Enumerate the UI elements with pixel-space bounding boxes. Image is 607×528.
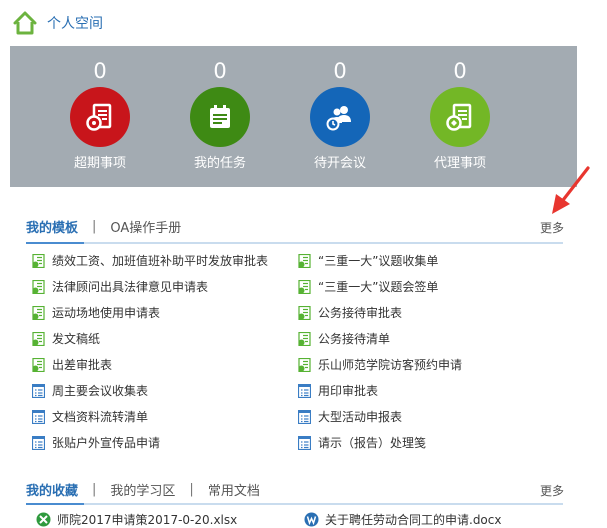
template-item[interactable]: 周主要会议收集表 — [32, 378, 268, 404]
template-item[interactable]: 大型活动申报表 — [298, 404, 462, 430]
stat-label: 超期事项 — [73, 156, 126, 171]
stat-label: 待开会议 — [313, 156, 366, 171]
template-item-label: 大型活动申报表 — [318, 409, 403, 424]
tab-my-templates[interactable]: 我的模板 — [26, 217, 78, 236]
favorites-tabs: 我的收藏 | 我的学习区 | 常用文档 — [26, 479, 260, 499]
stat-circle[interactable] — [310, 87, 370, 147]
template-item[interactable]: “三重一大”议题会签单 — [298, 274, 462, 300]
template-list-left: 绩效工资、加班值班补助平时发放审批表 法律顾问出具法律意见申请表 运动场地使用申请表… — [32, 248, 268, 456]
template-list-right: “三重一大”议题收集单 “三重一大”议题会签单 公务接待审批表 公务接待清单乐山师范学… — [298, 248, 462, 456]
tab-separator: | — [92, 481, 97, 497]
stat-proxy[interactable]: 0 代理事项 — [400, 46, 520, 171]
template-item-label: 运动场地使用申请表 — [52, 305, 161, 320]
template-item[interactable]: 运动场地使用申请表 — [32, 300, 268, 326]
stat-label: 代理事项 — [433, 156, 486, 171]
active-tab-indicator — [26, 503, 84, 505]
template-item-label: 出差审批表 — [52, 357, 113, 372]
template-item-label: 请示（报告）处理笺 — [318, 435, 427, 450]
list-blue-icon — [298, 436, 311, 450]
form-green-icon — [298, 332, 311, 346]
template-item[interactable]: “三重一大”议题收集单 — [298, 248, 462, 274]
page-header: 个人空间 — [12, 8, 103, 38]
tab-separator: | — [189, 481, 194, 497]
overdue-icon — [86, 103, 112, 131]
favorite-item-label: 关于聘任劳动合同工的申请.docx — [325, 513, 502, 527]
meeting-people-icon — [326, 106, 351, 131]
template-item[interactable]: 出差审批表 — [32, 352, 268, 378]
template-item[interactable]: 文档资料流转清单 — [32, 404, 268, 430]
template-item-label: 公务接待审批表 — [318, 305, 403, 320]
tab-my-favorites[interactable]: 我的收藏 — [26, 480, 78, 499]
form-green-icon — [32, 358, 45, 372]
form-green-icon — [298, 358, 311, 372]
form-green-icon — [32, 332, 45, 346]
tab-separator: | — [92, 218, 97, 234]
form-green-icon — [32, 280, 45, 294]
templates-more-link[interactable]: 更多 — [540, 219, 564, 236]
template-item-label: 用印审批表 — [318, 383, 379, 398]
template-item-label: 绩效工资、加班值班补助平时发放审批表 — [52, 253, 269, 268]
template-item[interactable]: 用印审批表 — [298, 378, 462, 404]
favorite-item[interactable]: 师院2017申请策2017-0-20.xlsx — [36, 511, 237, 528]
stat-circle[interactable] — [190, 87, 250, 147]
template-item-label: 乐山师范学院访客预约申请 — [318, 357, 463, 372]
active-tab-indicator — [26, 242, 84, 244]
red-arrow-annotation — [552, 166, 590, 214]
template-item-label: 发文稿纸 — [52, 331, 101, 346]
stat-overdue[interactable]: 0 超期事项 — [40, 46, 160, 171]
template-item-label: 周主要会议收集表 — [52, 383, 149, 398]
template-item[interactable]: 绩效工资、加班值班补助平时发放审批表 — [32, 248, 268, 274]
form-green-icon — [298, 254, 311, 268]
list-blue-icon — [298, 410, 311, 424]
form-green-icon — [298, 306, 311, 320]
stat-circle[interactable] — [70, 87, 130, 147]
favorite-item-label: 师院2017申请策2017-0-20.xlsx — [57, 513, 238, 527]
stat-circle[interactable] — [430, 87, 490, 147]
template-item[interactable]: 请示（报告）处理笺 — [298, 430, 462, 456]
template-item-label: 张贴户外宣传品申请 — [52, 435, 161, 450]
template-item-label: 公务接待清单 — [318, 331, 391, 346]
docx-file-icon — [304, 512, 319, 527]
tab-my-study-area[interactable]: 我的学习区 — [110, 480, 175, 499]
xlsx-file-icon — [36, 512, 51, 527]
page-title[interactable]: 个人空间 — [47, 13, 103, 33]
stat-count: 0 — [213, 59, 227, 83]
template-item[interactable]: 发文稿纸 — [32, 326, 268, 352]
templates-tab-underline — [26, 242, 563, 244]
template-item[interactable]: 公务接待清单 — [298, 326, 462, 352]
tab-oa-manual[interactable]: OA操作手册 — [110, 217, 181, 236]
task-calendar-icon — [210, 105, 230, 128]
template-item-label: “三重一大”议题会签单 — [318, 279, 439, 294]
list-blue-icon — [32, 436, 45, 450]
template-item[interactable]: 公务接待审批表 — [298, 300, 462, 326]
stat-tasks[interactable]: 0 我的任务 — [160, 46, 280, 171]
tab-common-docs[interactable]: 常用文档 — [208, 480, 260, 499]
stat-count: 0 — [333, 59, 347, 83]
template-item-label: 文档资料流转清单 — [52, 409, 149, 424]
favorites-tab-underline — [26, 503, 563, 505]
template-item[interactable]: 乐山师范学院访客预约申请 — [298, 352, 462, 378]
form-green-icon — [32, 254, 45, 268]
template-item[interactable]: 张贴户外宣传品申请 — [32, 430, 268, 456]
list-blue-icon — [32, 410, 45, 424]
list-blue-icon — [32, 384, 45, 398]
template-item-label: “三重一大”议题收集单 — [318, 253, 439, 268]
template-item-label: 法律顾问出具法律意见申请表 — [52, 279, 209, 294]
stat-count: 0 — [453, 59, 467, 83]
stat-label: 我的任务 — [193, 156, 246, 171]
form-green-icon — [298, 280, 311, 294]
favorites-more-link[interactable]: 更多 — [540, 482, 564, 499]
proxy-doc-icon — [446, 103, 472, 131]
favorite-item[interactable]: 关于聘任劳动合同工的申请.docx — [304, 511, 501, 528]
stats-banner: 0 超期事项 0 我的任务 0 待开会议 0 代理事项 — [10, 46, 577, 187]
stat-meetings[interactable]: 0 待开会议 — [280, 46, 400, 171]
form-green-icon — [32, 306, 45, 320]
stat-count: 0 — [93, 59, 107, 83]
template-item[interactable]: 法律顾问出具法律意见申请表 — [32, 274, 268, 300]
template-tabs: 我的模板 | OA操作手册 — [26, 216, 181, 236]
list-blue-icon — [298, 384, 311, 398]
home-icon[interactable] — [12, 10, 38, 36]
